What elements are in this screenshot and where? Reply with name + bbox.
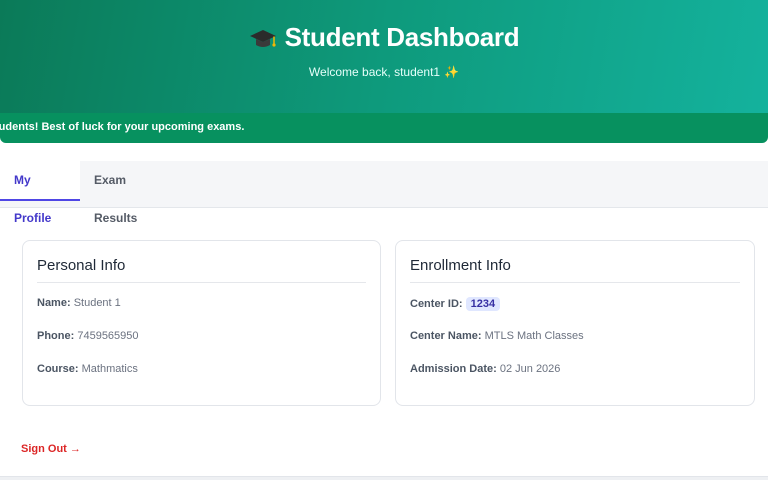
announcement-ticker: ome Students! Best of luck for your upco…	[0, 113, 768, 143]
page-bottom-edge	[0, 476, 768, 480]
sign-out-link[interactable]: Sign Out →	[21, 443, 81, 455]
name-field: Name: Student 1	[37, 297, 121, 309]
page-title-row: Student Dashboard	[0, 22, 768, 53]
card-divider	[37, 282, 366, 283]
enrollment-info-title: Enrollment Info	[410, 257, 511, 274]
personal-info-title: Personal Info	[37, 257, 126, 274]
course-label: Course:	[37, 363, 79, 375]
course-value: Mathmatics	[81, 363, 138, 375]
center-name-label: Center Name:	[410, 330, 482, 342]
admission-date-value: 02 Jun 2026	[499, 363, 561, 375]
center-id-label: Center ID:	[410, 298, 463, 310]
tab-bar: My Profile Exam Results	[0, 161, 768, 225]
phone-label: Phone:	[37, 330, 75, 342]
center-name-value: MTLS Math Classes	[484, 330, 584, 342]
page-title: Student Dashboard	[284, 22, 520, 52]
name-label: Name:	[37, 297, 71, 309]
graduation-cap-icon	[249, 29, 276, 47]
tab-exam-results[interactable]: Exam Results	[80, 161, 176, 225]
sparkle-icon: ✨	[444, 65, 460, 79]
enrollment-info-card: Enrollment Info Center ID: 1234 Center N…	[395, 240, 755, 406]
welcome-message: Welcome back, student1 ✨	[0, 65, 768, 79]
dashboard-header: Student Dashboard Welcome back, student1…	[0, 0, 768, 114]
phone-value: 7459565950	[77, 330, 139, 342]
admission-date-label: Admission Date:	[410, 363, 497, 375]
welcome-text: Welcome back, student1	[308, 65, 441, 79]
announcement-text: ome Students! Best of luck for your upco…	[0, 121, 245, 133]
admission-date-field: Admission Date: 02 Jun 2026	[410, 363, 560, 375]
card-divider	[410, 282, 740, 283]
personal-info-card: Personal Info Name: Student 1 Phone: 745…	[22, 240, 381, 406]
tab-my-profile[interactable]: My Profile	[0, 161, 80, 225]
course-field: Course: Mathmatics	[37, 363, 138, 375]
center-name-field: Center Name: MTLS Math Classes	[410, 330, 584, 342]
center-id-field: Center ID: 1234	[410, 297, 501, 311]
student-dashboard-app: Student Dashboard Welcome back, student1…	[0, 0, 768, 480]
phone-field: Phone: 7459565950	[37, 330, 139, 342]
name-value: Student 1	[73, 297, 121, 309]
center-id-badge: 1234	[465, 297, 501, 311]
